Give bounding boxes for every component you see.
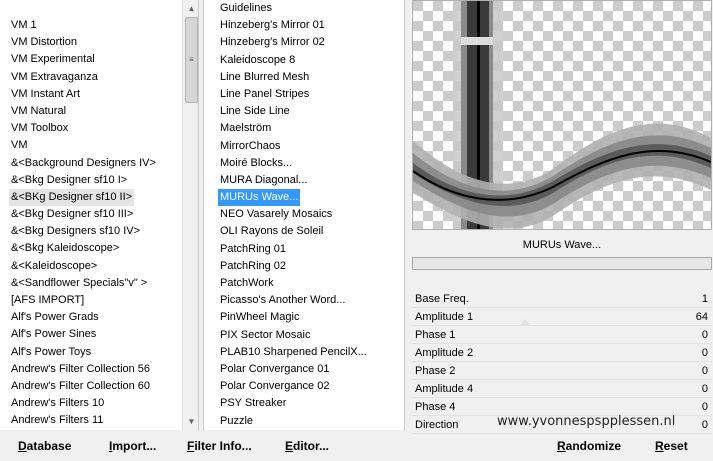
filter-list[interactable]: Guidelines Hinzeberg's Mirror 01 Hinzeberg… bbox=[203, 0, 405, 430]
list-item[interactable]: &<BKg Designer sf10 II> bbox=[9, 188, 135, 207]
param-row[interactable]: Base Freq. 1 bbox=[412, 290, 712, 308]
list-item[interactable]: &<Bkg Kaleidoscope> bbox=[9, 240, 121, 257]
list-item[interactable]: Alf's Power Grads bbox=[9, 309, 101, 326]
list-item[interactable]: Hinzeberg's Mirror 01 bbox=[218, 17, 327, 34]
param-name: Phase 4 bbox=[415, 401, 456, 413]
parameter-panel: Base Freq. 1 Amplitude 1 64 Phase 1 0 Amplitud… bbox=[412, 290, 712, 434]
randomize-button[interactable]: Randomize bbox=[557, 439, 621, 453]
param-row[interactable]: Amplitude 2 0 bbox=[412, 344, 712, 362]
param-name: Phase 1 bbox=[415, 329, 456, 341]
list-item[interactable]: VM bbox=[9, 137, 30, 154]
list-item[interactable]: Maelström bbox=[218, 120, 273, 137]
list-item[interactable]: Alf's Power Toys bbox=[9, 344, 93, 361]
slider-thumb-icon[interactable] bbox=[519, 319, 530, 325]
list-item[interactable]: Guidelines bbox=[218, 0, 274, 17]
list-item[interactable]: VM Experimental bbox=[9, 51, 97, 68]
filter-items: Guidelines Hinzeberg's Mirror 01 Hinzeberg… bbox=[218, 0, 369, 430]
list-item[interactable]: &<Bkg Designers sf10 IV> bbox=[9, 223, 142, 240]
filter-preview bbox=[412, 0, 712, 230]
filter-info-button[interactable]: Filter Info... bbox=[187, 439, 252, 453]
watermark: www.yvonnespspplessen.nl bbox=[497, 414, 676, 429]
list-item[interactable]: VM Distortion bbox=[9, 34, 79, 51]
reset-button[interactable]: Reset bbox=[655, 439, 688, 453]
scroll-up-arrow-icon[interactable]: ▲ bbox=[183, 0, 198, 17]
list-item[interactable]: PIX Sector Mosaic bbox=[218, 327, 312, 344]
category-scrollbar[interactable]: ▲ ≡ ▼ bbox=[182, 0, 198, 430]
list-item[interactable]: PLAB10 Sharpened PencilX... bbox=[218, 344, 369, 361]
scroll-down-arrow-icon[interactable]: ▼ bbox=[183, 413, 198, 430]
param-value: 0 bbox=[701, 383, 708, 395]
list-item[interactable]: PatchRing 02 bbox=[218, 258, 288, 275]
import-button[interactable]: Import... bbox=[109, 439, 156, 453]
list-item[interactable]: Line Panel Stripes bbox=[218, 86, 311, 103]
list-item[interactable]: &<Sandflower Specials"v" > bbox=[9, 275, 149, 292]
list-item[interactable]: VM Natural bbox=[9, 103, 68, 120]
list-item[interactable]: Picasso's Another Word... bbox=[218, 292, 347, 309]
param-name: Phase 2 bbox=[415, 365, 456, 377]
list-item[interactable]: VM Toolbox bbox=[9, 120, 70, 137]
editor-button[interactable]: Editor... bbox=[285, 439, 329, 453]
list-item[interactable]: Puzzle bbox=[218, 413, 255, 430]
list-item[interactable]: VM Instant Art bbox=[9, 86, 82, 103]
param-row[interactable]: Phase 1 0 bbox=[412, 326, 712, 344]
list-item[interactable]: Line Blurred Mesh bbox=[218, 69, 311, 86]
list-item[interactable]: MURA Diagonal... bbox=[218, 172, 309, 189]
list-item[interactable]: &<Bkg Designer sf10 III> bbox=[9, 206, 135, 223]
param-value: 0 bbox=[701, 365, 708, 377]
param-name: Amplitude 1 bbox=[415, 311, 474, 323]
list-item[interactable]: PatchRing 01 bbox=[218, 241, 288, 258]
param-name: Base Freq. bbox=[415, 293, 469, 305]
list-item[interactable]: PinWheel Magic bbox=[218, 309, 301, 326]
selected-filter-name: MURUs Wave... bbox=[412, 234, 712, 256]
list-item[interactable]: Polar Convergance 02 bbox=[218, 378, 331, 395]
list-item[interactable]: Andrew's Filter Collection 60 bbox=[9, 378, 152, 395]
param-value: 0 bbox=[701, 329, 708, 341]
list-item[interactable]: Kaleidoscope 8 bbox=[218, 52, 297, 69]
list-item[interactable]: Andrew's Filters 11 bbox=[9, 412, 105, 429]
scroll-thumb[interactable]: ≡ bbox=[185, 17, 198, 103]
progress-bar bbox=[412, 257, 712, 270]
list-item[interactable]: &<Background Designers IV> bbox=[9, 155, 158, 172]
grip-icon: ≡ bbox=[189, 55, 194, 64]
list-item[interactable]: VM Extravaganza bbox=[9, 69, 100, 86]
param-row[interactable]: Amplitude 4 0 bbox=[412, 380, 712, 398]
list-item[interactable]: &<Kaleidoscope> bbox=[9, 258, 99, 275]
list-item[interactable]: &<Bkg Designer sf10 I> bbox=[9, 172, 129, 189]
list-item[interactable]: Andrew's Filter Collection 56 bbox=[9, 361, 152, 378]
list-item[interactable]: MURUs Wave... bbox=[218, 189, 301, 207]
category-list[interactable]: VM 1 VM Distortion VM Experimental VM Extra… bbox=[0, 0, 199, 430]
param-value: 1 bbox=[701, 293, 708, 305]
param-value: 0 bbox=[701, 401, 708, 413]
preview-image bbox=[413, 1, 711, 229]
param-name: Amplitude 2 bbox=[415, 347, 474, 359]
list-item[interactable]: Polar Convergance 01 bbox=[218, 361, 331, 378]
list-item[interactable]: NEO Vasarely Mosaics bbox=[218, 206, 334, 223]
database-button[interactable]: Database bbox=[18, 439, 71, 453]
param-value: 0 bbox=[701, 347, 708, 359]
list-item[interactable]: PSY Streaker bbox=[218, 395, 288, 412]
list-item[interactable]: OLI Rayons de Soleil bbox=[218, 223, 325, 240]
list-item[interactable]: Line Side Line bbox=[218, 103, 292, 120]
category-items: VM 1 VM Distortion VM Experimental VM Extra… bbox=[9, 0, 158, 430]
param-name: Amplitude 4 bbox=[415, 383, 474, 395]
param-row[interactable]: Phase 2 0 bbox=[412, 362, 712, 380]
param-row[interactable]: Amplitude 1 64 bbox=[412, 308, 712, 326]
list-item[interactable]: VM 1 bbox=[9, 17, 39, 34]
list-item[interactable]: Alf's Power Sines bbox=[9, 326, 98, 343]
list-item[interactable]: MirrorChaos bbox=[218, 138, 283, 155]
bottom-toolbar: Database Import... Filter Info... Editor… bbox=[0, 430, 713, 461]
list-item[interactable]: Andrew's Filters 10 bbox=[9, 395, 106, 412]
list-item[interactable]: [AFS IMPORT] bbox=[9, 292, 86, 309]
list-item[interactable]: Hinzeberg's Mirror 02 bbox=[218, 34, 327, 51]
list-item[interactable]: PatchWork bbox=[218, 275, 276, 292]
list-item[interactable]: Moiré Blocks... bbox=[218, 155, 294, 172]
param-value: 64 bbox=[695, 311, 708, 323]
